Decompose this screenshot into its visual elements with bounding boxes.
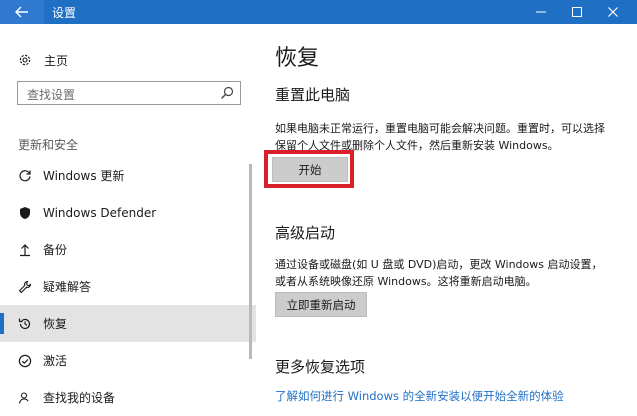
sidebar-item-windows-defender[interactable]: Windows Defender [0,194,256,231]
close-button[interactable] [596,0,630,24]
window-title: 设置 [52,6,77,20]
search-placeholder: 查找设置 [27,88,76,102]
sidebar-section-heading: 更新和安全 [18,138,79,152]
sidebar-scrollbar[interactable] [249,164,252,359]
reset-section-title: 重置此电脑 [275,86,351,104]
minimize-button[interactable] [524,0,558,24]
sidebar-item-troubleshoot[interactable]: 疑难解答 [0,268,256,305]
sidebar-home-label: 主页 [44,53,69,68]
back-arrow-icon [15,6,28,18]
history-icon [18,317,32,331]
wrench-icon [18,280,32,294]
more-recovery-options-title: 更多恢复选项 [275,358,366,376]
shield-icon [18,206,32,220]
refresh-icon [18,169,32,183]
sidebar-item-activation[interactable]: 激活 [0,342,256,379]
sidebar: 主页 查找设置 更新和安全 Windows 更新 Windows Defende… [0,24,256,405]
search-input[interactable]: 查找设置 [17,81,241,105]
sidebar-item-label: 激活 [43,354,68,368]
page-title: 恢复 [275,46,320,71]
minimize-icon [536,11,546,13]
back-button[interactable] [0,0,44,24]
sidebar-item-label: Windows Defender [43,205,157,220]
sidebar-item-label: 恢复 [43,317,68,331]
sidebar-item-label: Windows 更新 [43,169,125,183]
sidebar-item-label: 疑难解答 [43,280,92,294]
person-location-icon [18,391,32,405]
start-button-highlight [264,150,354,188]
sidebar-item-windows-update[interactable]: Windows 更新 [0,157,256,194]
gear-icon [19,54,31,66]
restart-now-button[interactable]: 立即重新启动 [275,292,367,317]
maximize-icon [572,7,582,17]
sidebar-item-label: 备份 [43,243,68,257]
close-icon [608,7,618,17]
sidebar-item-backup[interactable]: 备份 [0,231,256,268]
reset-description: 如果电脑未正常运行，重置电脑可能会解决问题。重置时，可以选择保留个人文件或删除个… [275,122,605,152]
sidebar-item-find-my-device[interactable]: 查找我的设备 [0,379,256,416]
advanced-startup-title: 高级启动 [275,224,336,242]
sidebar-home[interactable]: 主页 [18,50,68,70]
sidebar-item-label: 查找我的设备 [43,391,116,405]
main-content: 恢复 重置此电脑 如果电脑未正常运行，重置电脑可能会解决问题。重置时，可以选择保… [256,24,637,403]
search-icon[interactable] [220,86,234,100]
fresh-install-link[interactable]: 了解如何进行 Windows 的全新安装以便开始全新的体验 [275,388,564,404]
title-bar: 设置 [0,0,637,24]
advanced-startup-description: 通过设备或磁盘(如 U 盘或 DVD)启动，更改 Windows 启动设置，或者… [275,258,603,288]
sidebar-item-recovery[interactable]: 恢复 [0,305,256,342]
check-circle-icon [18,354,32,368]
backup-arrow-icon [18,243,32,257]
maximize-button[interactable] [560,0,594,24]
